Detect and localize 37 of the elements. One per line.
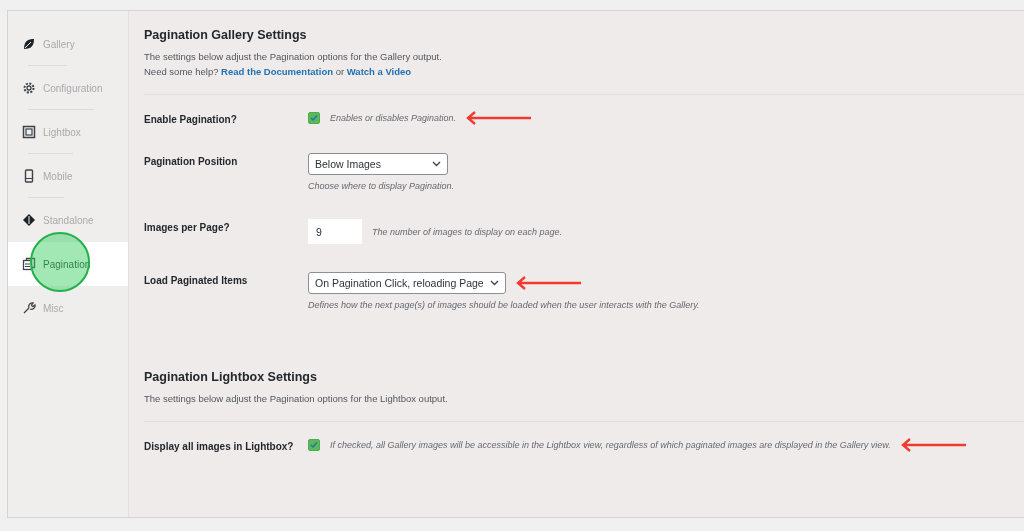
setting-label: Load Paginated Items: [144, 274, 249, 288]
video-link[interactable]: Watch a Video: [346, 66, 412, 77]
documentation-link[interactable]: Read the Documentation: [221, 66, 333, 77]
setting-label: Enable Pagination?: [144, 113, 238, 125]
sidebar-item[interactable]: Misc: [8, 286, 70, 330]
section-description: The settings below adjust the Pagination options for the Gallery output.: [144, 51, 443, 62]
hint-text: The number of images to display on each page.: [372, 226, 563, 237]
section-description: The settings below adjust the Pagination options for the Lightbox output.: [144, 393, 449, 404]
hint-text: Enables or disables Pagination.: [330, 113, 457, 123]
sidebar-item[interactable]: Configuration: [8, 66, 109, 110]
sidebar-item[interactable]: Standalone: [8, 198, 100, 242]
help-text: Need some help? Read the Documentation or Watch a Video: [144, 66, 413, 77]
pages-icon: [22, 257, 36, 271]
number-input[interactable]: 9: [308, 219, 362, 244]
sidebar-item[interactable]: Gallery: [8, 22, 81, 66]
dropdown[interactable]: On Pagination Click, reloading Page: [308, 272, 506, 294]
sidebar-item[interactable]: Mobile: [8, 154, 79, 198]
settings-icon: [22, 81, 36, 95]
caret-icon: [489, 280, 499, 286]
hint-text: Choose where to display Pagination.: [308, 181, 455, 191]
setting-label: Images per Page?: [144, 221, 231, 235]
setting-label: Display all images in Lightbox?: [144, 440, 295, 452]
dropdown[interactable]: Below Images: [308, 153, 448, 175]
wrench-icon: [22, 301, 36, 315]
section-title: Pagination Gallery Settings: [144, 28, 308, 42]
phone-icon: [22, 169, 36, 183]
checkbox[interactable]: [308, 112, 320, 124]
setting-label: Pagination Position: [144, 155, 239, 169]
diamond-icon: [22, 213, 36, 227]
hint-text: If checked, all Gallery images will be accessible in the Lightbox view, regardless of which paginated images are displayed in the Gallery view.: [330, 440, 891, 450]
checkbox[interactable]: [308, 439, 320, 451]
sidebar-item[interactable]: Lightbox: [8, 110, 87, 154]
section-title: Pagination Lightbox Settings: [144, 370, 318, 384]
window-icon: [22, 125, 36, 139]
caret-icon: [432, 161, 441, 167]
hint-text: Defines how the next page(s) of images should be loaded when the user interacts with the Gallery.: [308, 300, 700, 310]
leaf-icon: [22, 37, 36, 51]
